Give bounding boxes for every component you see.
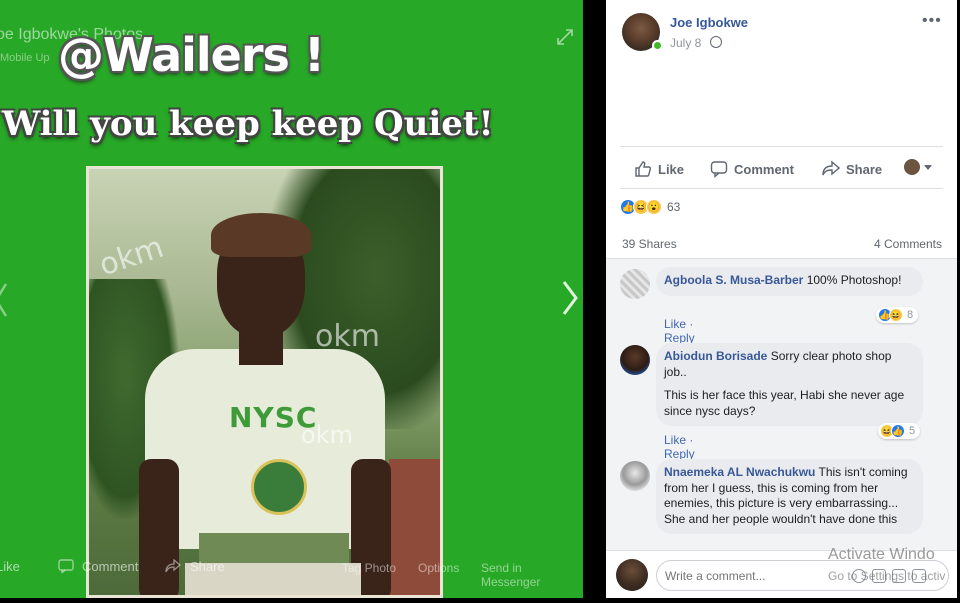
viewer-share-button[interactable]: Share	[190, 559, 225, 574]
comment-reactions[interactable]: 👍 😆 8	[876, 307, 919, 323]
photo-album-name[interactable]: Mobile Up	[0, 52, 50, 64]
divider	[620, 188, 943, 189]
post-panel: Joe Igbokwe July 8 ••• Like Comment Shar…	[606, 0, 957, 598]
reaction-count: 63	[667, 200, 681, 214]
commenter-avatar[interactable]	[620, 269, 650, 299]
post-as-selector[interactable]	[904, 159, 932, 175]
share-button[interactable]: Share	[822, 158, 882, 180]
watermark: okm	[315, 319, 380, 354]
thumbs-up-icon	[635, 161, 652, 177]
photo-viewer: NYSC okm okm okm oe Igbokwe's Photos Mob…	[0, 0, 583, 598]
share-icon	[165, 558, 182, 576]
comment-icon	[58, 559, 74, 576]
wow-reaction-icon: 😮	[646, 199, 662, 215]
share-label: Share	[846, 161, 883, 177]
post-date[interactable]: July 8	[670, 36, 701, 50]
shares-count[interactable]: 39 Shares	[622, 237, 677, 251]
globe-icon	[710, 36, 722, 48]
divider	[620, 146, 943, 147]
comment-like-link[interactable]: Like	[664, 433, 686, 447]
comment-bubble: Nnaemeka AL Nwachukwu This isn't coming …	[656, 459, 923, 534]
activate-windows-subtext: Go to Settings to activ	[828, 569, 946, 583]
watermark: okm	[301, 421, 353, 449]
comment-bubble: Abiodun Borisade Sorry clear photo shop …	[656, 343, 923, 426]
comment-reactions[interactable]: 😆 👍 5	[878, 423, 921, 439]
comment-text: 100% Photoshop!	[806, 273, 902, 287]
send-in-messenger-button[interactable]: Send in Messenger	[481, 561, 583, 589]
online-status-icon	[652, 40, 663, 51]
fullscreen-icon[interactable]	[556, 28, 574, 46]
like-button[interactable]: Like	[634, 158, 684, 180]
photo-viewer-bar: Like Comment Share Tag Photo Options Sen…	[0, 555, 583, 589]
watermark: okm	[95, 229, 168, 284]
comment-reaction-count: 5	[909, 425, 916, 437]
mini-avatar	[904, 159, 920, 175]
comment-label: Comment	[734, 161, 794, 177]
comment-button[interactable]: Comment	[710, 158, 794, 180]
tag-photo-button[interactable]: Tag Photo	[342, 561, 396, 575]
like-reaction-icon: 👍	[891, 424, 905, 438]
comments-count[interactable]: 4 Comments	[874, 237, 942, 251]
commenter-name[interactable]: Abiodun Borisade	[664, 349, 767, 363]
reaction-summary[interactable]: 👍 😆 😮 63	[620, 199, 680, 215]
comment-like-link[interactable]: Like	[664, 317, 686, 331]
comment-reaction-count: 8	[907, 309, 914, 321]
previous-photo-icon[interactable]	[0, 282, 8, 328]
comment-text: This is her face this year, Habi she nev…	[664, 388, 905, 418]
activate-windows-watermark: Activate Windo	[828, 546, 935, 563]
viewer-like-button[interactable]: Like	[0, 559, 20, 574]
share-icon	[822, 160, 840, 176]
comment-icon	[710, 161, 728, 178]
comment-list: Agboola S. Musa-Barber 100% Photoshop! 👍…	[606, 258, 957, 550]
commenter-name[interactable]: Agboola S. Musa-Barber	[664, 273, 803, 287]
commenter-name[interactable]: Nnaemeka AL Nwachukwu	[664, 465, 815, 479]
nysc-badge-icon	[251, 459, 307, 515]
photo-headline-1: @Wailers !	[58, 28, 325, 82]
photo-shirt	[145, 349, 385, 549]
next-photo-icon[interactable]	[560, 278, 580, 328]
photo[interactable]: NYSC okm okm okm	[86, 166, 443, 598]
commenter-avatar[interactable]	[620, 461, 650, 491]
more-options-icon[interactable]: •••	[922, 12, 942, 30]
options-button[interactable]: Options	[418, 561, 459, 575]
comment-bubble: Agboola S. Musa-Barber 100% Photoshop!	[656, 267, 923, 296]
like-label: Like	[658, 161, 685, 177]
photo-headline-2: Will you keep keep Quiet!	[2, 104, 494, 144]
current-user-avatar	[616, 559, 648, 591]
chevron-down-icon	[924, 164, 932, 170]
viewer-comment-button[interactable]: Comment	[82, 559, 138, 574]
commenter-avatar[interactable]	[620, 345, 650, 375]
author-name[interactable]: Joe Igbokwe	[670, 15, 748, 30]
photo-hair	[211, 213, 311, 257]
haha-reaction-icon: 😆	[889, 308, 903, 322]
